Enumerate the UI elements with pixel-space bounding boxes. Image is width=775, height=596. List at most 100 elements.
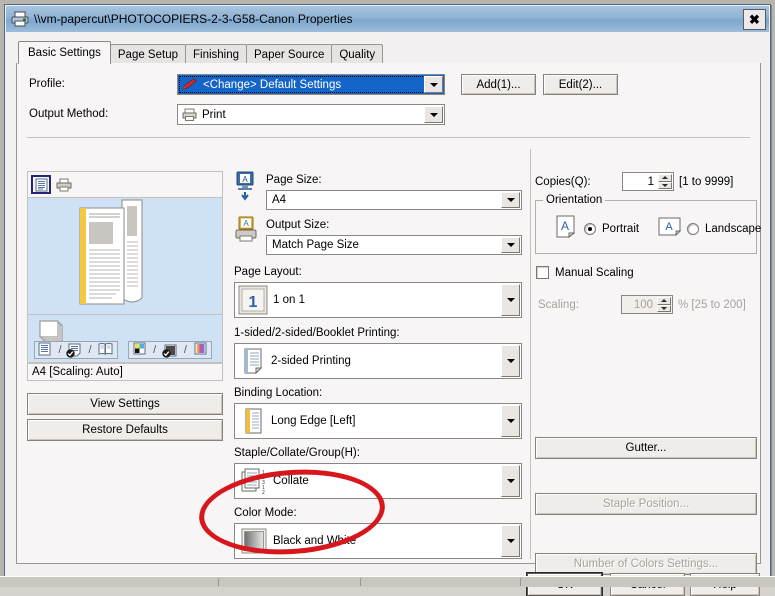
- svg-text:2: 2: [262, 490, 265, 495]
- printer-preview-icon[interactable]: [54, 175, 74, 194]
- black-white-icon-checked[interactable]: [161, 344, 177, 358]
- page-layout-combobox[interactable]: 1 1 on 1: [234, 282, 522, 318]
- desktop-background: \\vm-papercut\PHOTOCOPIERS-2-3-G58-Canon…: [0, 0, 775, 596]
- taskbar-divider: [360, 578, 362, 586]
- chevron-down-icon[interactable]: [424, 106, 443, 123]
- page-size-label: Page Size:: [266, 174, 322, 186]
- copies-stepper[interactable]: 1: [622, 172, 674, 191]
- chevron-down-icon[interactable]: [424, 76, 443, 93]
- add-button[interactable]: Add(1)...: [461, 74, 536, 95]
- window-title: \\vm-papercut\PHOTOCOPIERS-2-3-G58-Canon…: [34, 12, 353, 26]
- taskbar-divider: [520, 578, 522, 586]
- staple-collate-combobox[interactable]: 1 2 3 1 2 Collate: [234, 463, 522, 499]
- sided-printing-combobox[interactable]: 2-sided Printing: [234, 343, 522, 379]
- one-up-icon: 1: [238, 285, 268, 315]
- preview-stack-area: / / / /: [27, 315, 223, 363]
- scaling-label: Scaling:: [538, 299, 579, 311]
- binding-location-value: Long Edge [Left]: [271, 415, 356, 427]
- tab-quality[interactable]: Quality: [331, 44, 384, 64]
- gutter-button[interactable]: Gutter...: [535, 437, 757, 459]
- taskbar[interactable]: [0, 576, 775, 587]
- scaling-stepper: 100: [621, 295, 673, 314]
- staple-collate-value: Collate: [273, 475, 309, 487]
- scaling-range-label: % [25 to 200]: [678, 299, 746, 311]
- page-layout-value: 1 on 1: [273, 294, 305, 306]
- svg-text:A: A: [665, 221, 673, 233]
- sided-printing-value: 2-sided Printing: [271, 355, 351, 367]
- color-icon[interactable]: [133, 342, 146, 358]
- spin-down-icon[interactable]: [658, 181, 672, 189]
- orientation-landscape-label: Landscape: [705, 223, 762, 235]
- output-size-label: Output Size:: [266, 219, 330, 231]
- page-size-value: A4: [272, 194, 287, 206]
- chevron-down-icon[interactable]: [501, 405, 520, 437]
- profile-combobox[interactable]: <Change> Default Settings: [177, 74, 445, 95]
- profile-value: <Change> Default Settings: [203, 78, 342, 91]
- printer-small-icon: [182, 108, 197, 121]
- chevron-down-icon[interactable]: [501, 284, 520, 316]
- grayscale-swatch-icon: [240, 527, 268, 555]
- page-preview-canvas: [27, 197, 223, 315]
- close-icon[interactable]: ✖: [743, 9, 766, 30]
- page-size-icon: A: [233, 171, 257, 204]
- portrait-page-icon: A: [556, 215, 576, 241]
- tab-page-setup[interactable]: Page Setup: [109, 44, 186, 64]
- binding-location-combobox[interactable]: Long Edge [Left]: [234, 403, 522, 439]
- page-size-combobox[interactable]: A4: [266, 190, 522, 210]
- svg-text:A: A: [561, 219, 569, 233]
- tab-paper-source[interactable]: Paper Source: [246, 44, 333, 64]
- color-mode-label: Color Mode:: [234, 507, 297, 519]
- printer-icon: [11, 11, 29, 27]
- copies-spin-buttons[interactable]: [658, 174, 672, 189]
- restore-defaults-button[interactable]: Restore Defaults: [27, 419, 223, 441]
- copies-label: Copies(Q):: [535, 176, 591, 188]
- scaling-spin-buttons: [657, 297, 671, 312]
- tab-finishing[interactable]: Finishing: [184, 44, 248, 64]
- edit-button[interactable]: Edit(2)...: [543, 74, 618, 95]
- page-preview-icon[interactable]: [31, 175, 51, 194]
- number-of-colors-settings-button: Number of Colors Settings...: [535, 553, 757, 575]
- chevron-down-icon[interactable]: [501, 345, 520, 377]
- two-sided-print-icon: [240, 347, 266, 375]
- chevron-down-icon[interactable]: [501, 465, 520, 497]
- output-method-combobox[interactable]: Print: [177, 104, 445, 125]
- orientation-group-title: Orientation: [543, 194, 606, 206]
- one-sided-icon[interactable]: [38, 342, 51, 359]
- basic-settings-panel: Profile: <Change> Default Settings Add(1…: [16, 63, 762, 575]
- pencil-icon: [182, 78, 198, 91]
- color-mode-icon-group[interactable]: / /: [128, 341, 212, 359]
- title-bar: \\vm-papercut\PHOTOCOPIERS-2-3-G58-Canon…: [6, 6, 769, 32]
- svg-text:A: A: [243, 219, 249, 228]
- orientation-landscape-radio[interactable]: [687, 223, 699, 235]
- divider: [27, 137, 750, 138]
- tab-basic-settings[interactable]: Basic Settings: [18, 41, 111, 64]
- chevron-down-icon[interactable]: [501, 237, 520, 253]
- preview-toolbar: [27, 171, 223, 197]
- copies-range-label: [1 to 9999]: [679, 176, 734, 188]
- spin-up-icon: [657, 297, 671, 305]
- manual-scaling-checkbox[interactable]: [536, 266, 549, 279]
- spin-up-icon[interactable]: [658, 174, 672, 182]
- page-layout-label: Page Layout:: [234, 266, 302, 278]
- orientation-portrait-label: Portrait: [602, 223, 640, 235]
- printer-properties-window: \\vm-papercut\PHOTOCOPIERS-2-3-G58-Canon…: [4, 4, 771, 596]
- staple-position-button: Staple Position...: [535, 493, 757, 515]
- output-size-combobox[interactable]: Match Page Size: [266, 235, 522, 255]
- orientation-portrait-radio[interactable]: [584, 223, 596, 235]
- sided-mode-icon-group[interactable]: / /: [34, 341, 118, 359]
- output-method-label: Output Method:: [29, 108, 109, 120]
- svg-text:1: 1: [249, 294, 258, 311]
- collate-icon: 1 2 3 1 2: [240, 467, 268, 495]
- svg-text:A: A: [242, 175, 248, 184]
- two-sided-icon-checked[interactable]: [66, 343, 81, 358]
- staple-collate-group-label: Staple/Collate/Group(H):: [234, 447, 360, 459]
- color-mode-value: Black and White: [273, 535, 357, 547]
- tab-strip: Basic Settings Page Setup Finishing Pape…: [18, 41, 384, 64]
- view-settings-button[interactable]: View Settings: [27, 393, 223, 415]
- color-mode-combobox[interactable]: Black and White: [234, 523, 522, 559]
- booklet-icon[interactable]: [98, 342, 113, 359]
- sided-printing-label: 1-sided/2-sided/Booklet Printing:: [234, 327, 400, 339]
- gradient-icon[interactable]: [194, 342, 207, 358]
- chevron-down-icon[interactable]: [501, 192, 520, 208]
- chevron-down-icon[interactable]: [501, 525, 520, 557]
